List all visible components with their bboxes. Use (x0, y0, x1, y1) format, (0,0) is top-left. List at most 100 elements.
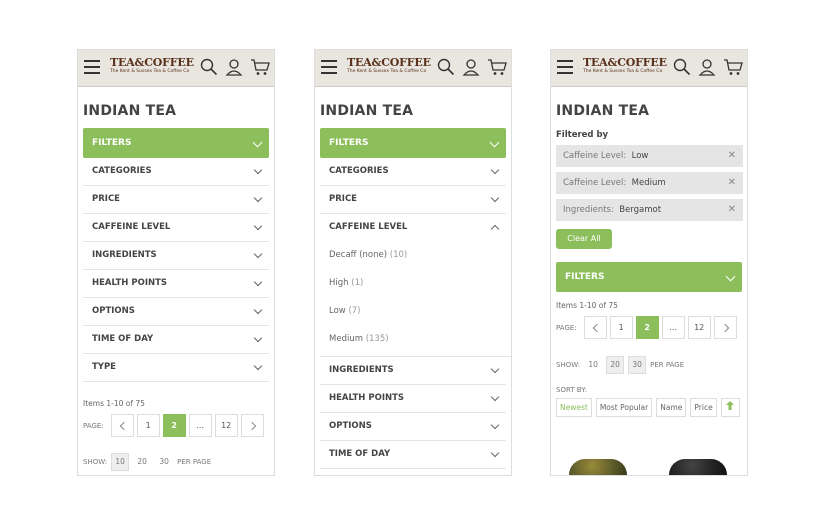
menu-icon[interactable] (557, 60, 573, 76)
facet-time-of-day[interactable]: TIME OF DAY (320, 441, 506, 469)
chevron-down-icon (253, 249, 263, 259)
arrow-up-icon[interactable] (720, 398, 740, 417)
page-title: INDIAN TEA (320, 103, 414, 119)
facet-price[interactable]: PRICE (83, 186, 269, 214)
facet-options[interactable]: OPTIONS (320, 413, 506, 441)
search-icon[interactable] (200, 58, 220, 78)
current-page-button[interactable]: 2 (635, 316, 659, 339)
facet-options[interactable]: OPTIONS (83, 298, 269, 326)
facet-label: HEALTH POINTS (329, 393, 405, 403)
page-ellipsis: … (188, 414, 212, 437)
clear-all-button[interactable]: Clear All (556, 229, 612, 249)
facet-ingredients[interactable]: INGREDIENTS (83, 242, 269, 270)
cart-icon[interactable] (250, 58, 270, 78)
caffeine-option[interactable]: Medium (135) (320, 325, 511, 357)
pager-label: PAGE: (556, 323, 577, 332)
filters-toggle[interactable]: FILTERS (83, 128, 269, 158)
product-image[interactable] (569, 459, 627, 475)
facet-type[interactable]: TYPE (83, 354, 269, 382)
sort-name[interactable]: Name (656, 398, 687, 417)
menu-icon[interactable] (321, 60, 337, 76)
site-header: TEA&COFFEE The Kent & Sussex Tea & Coffe… (78, 50, 274, 87)
filters-toggle[interactable]: FILTERS (556, 262, 742, 292)
cart-icon[interactable] (723, 58, 743, 78)
per-page-option[interactable]: 30 (155, 453, 173, 471)
account-icon[interactable] (225, 58, 245, 78)
sort-by-label: SORT BY: (556, 386, 587, 394)
facet-label: TYPE (92, 362, 116, 372)
per-page-option[interactable]: 30 (628, 356, 647, 374)
facet-label: OPTIONS (92, 306, 135, 316)
phone-panel-1: TEA&COFFEE The Kent & Sussex Tea & Coffe… (77, 49, 275, 476)
logo[interactable]: TEA&COFFEE The Kent & Sussex Tea & Coffe… (110, 56, 194, 75)
product-image[interactable] (669, 459, 727, 475)
facet-categories[interactable]: CATEGORIES (320, 158, 506, 186)
next-page-button[interactable] (713, 316, 737, 339)
chevron-down-icon (490, 420, 500, 430)
chevron-down-icon (253, 277, 263, 287)
facet-health-points[interactable]: HEALTH POINTS (320, 385, 506, 413)
facet-time-of-day[interactable]: TIME OF DAY (83, 326, 269, 354)
chevron-down-icon (490, 165, 500, 175)
account-icon[interactable] (462, 58, 482, 78)
caffeine-option[interactable]: High (1) (329, 269, 511, 297)
per-page-option[interactable]: 10 (584, 356, 602, 374)
filters-label: FILTERS (92, 138, 132, 148)
caffeine-option[interactable]: Decaff (none) (10) (329, 241, 511, 269)
page-button[interactable]: 12 (687, 316, 711, 339)
facet-caffeine-level[interactable]: CAFFEINE LEVEL (83, 214, 269, 242)
chevron-down-icon (252, 137, 263, 148)
sort-most-popular[interactable]: Most Popular (595, 398, 653, 417)
chevron-down-icon (725, 271, 736, 282)
per-page-option[interactable]: 10 (111, 453, 130, 471)
chevron-down-icon (253, 333, 263, 343)
facet-price[interactable]: PRICE (320, 186, 506, 214)
chevron-down-icon (253, 305, 263, 315)
close-icon[interactable]: ✕ (728, 172, 736, 194)
caffeine-option[interactable]: Low (7) (329, 297, 511, 325)
sort-price[interactable]: Price (690, 398, 717, 417)
chip-key: Caffeine Level: (563, 151, 627, 161)
account-icon[interactable] (698, 58, 718, 78)
current-page-button[interactable]: 2 (162, 414, 186, 437)
facet-label: INGREDIENTS (329, 365, 394, 375)
option-count: (135) (365, 334, 389, 344)
close-icon[interactable]: ✕ (728, 145, 736, 167)
prev-page-button[interactable] (583, 316, 607, 339)
chevron-down-icon (490, 193, 500, 203)
facet-ingredients[interactable]: INGREDIENTS (320, 357, 506, 385)
per-page-label: PER PAGE (177, 458, 212, 466)
logo[interactable]: TEA&COFFEE The Kent & Sussex Tea & Coffe… (583, 57, 667, 75)
sort-newest[interactable]: Newest (556, 398, 592, 417)
sort-options: Newest Most Popular Name Price (556, 398, 747, 417)
close-icon[interactable]: ✕ (728, 199, 736, 221)
chevron-down-icon (253, 361, 263, 371)
facet-health-points[interactable]: HEALTH POINTS (83, 270, 269, 298)
page-button[interactable]: 1 (136, 414, 160, 437)
filters-toggle[interactable]: FILTERS (320, 128, 506, 158)
menu-icon[interactable] (84, 60, 100, 76)
prev-page-button[interactable] (110, 414, 134, 437)
facet-categories[interactable]: CATEGORIES (83, 158, 269, 186)
search-icon[interactable] (673, 58, 693, 78)
show-per-page: SHOW: 10 20 30 PER PAGE (556, 356, 747, 374)
per-page-option[interactable]: 20 (133, 453, 151, 471)
chip-value: Low (631, 151, 649, 161)
page-title: INDIAN TEA (83, 103, 177, 119)
cart-icon[interactable] (487, 58, 507, 78)
logo-text: TEA&COFFEE (347, 56, 431, 69)
site-header: TEA&COFFEE The Kent & Sussex Tea & Coffe… (551, 50, 747, 87)
facet-caffeine-level[interactable]: CAFFEINE LEVEL (320, 214, 506, 241)
logo[interactable]: TEA&COFFEE The Kent & Sussex Tea & Coffe… (347, 56, 431, 75)
show-label: SHOW: (556, 361, 581, 369)
search-icon[interactable] (437, 58, 457, 78)
page-button[interactable]: 12 (214, 414, 238, 437)
per-page-option[interactable]: 20 (606, 356, 625, 374)
pager: PAGE: 1 2 … 12 (83, 414, 274, 437)
logo-text: TEA&COFFEE (110, 56, 194, 69)
page-button[interactable]: 1 (609, 316, 633, 339)
chip-value: Bergamot (619, 205, 662, 215)
chevron-down-icon (253, 165, 263, 175)
next-page-button[interactable] (240, 414, 264, 437)
items-count: Items 1-10 of 75 (556, 301, 618, 310)
